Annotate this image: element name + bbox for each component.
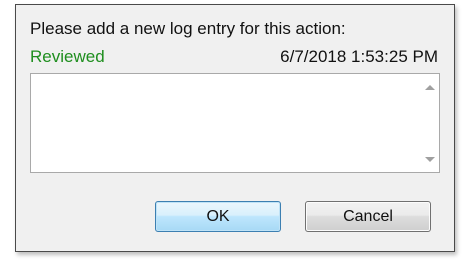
ok-button[interactable]: OK: [155, 201, 281, 232]
timestamp-label: 6/7/2018 1:53:25 PM: [280, 47, 438, 66]
scroll-up-arrow-icon[interactable]: [420, 78, 439, 96]
prompt-label: Please add a new log entry for this acti…: [30, 19, 346, 38]
log-entry-dialog: Please add a new log entry for this acti…: [15, 4, 455, 252]
log-entry-input[interactable]: [31, 74, 419, 172]
status-label: Reviewed: [30, 47, 105, 66]
cancel-button[interactable]: Cancel: [305, 201, 431, 232]
vertical-scrollbar[interactable]: [420, 74, 439, 172]
scroll-down-arrow-icon[interactable]: [420, 150, 439, 168]
log-entry-box: [30, 73, 440, 173]
